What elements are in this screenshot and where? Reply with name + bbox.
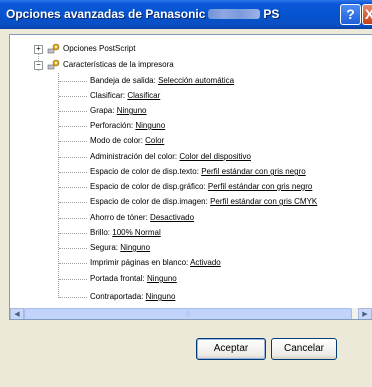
title-bar[interactable]: Opciones avanzadas de Panasonic PS ? X	[0, 0, 372, 29]
collapse-icon[interactable]: −	[34, 61, 43, 70]
cancel-button[interactable]: Cancelar	[271, 338, 337, 360]
redacted-model-name	[208, 8, 261, 19]
expand-icon[interactable]: +	[34, 45, 43, 54]
help-button[interactable]: ?	[340, 4, 361, 25]
tree-line	[59, 157, 87, 158]
setting-value[interactable]: Ninguno	[135, 121, 165, 130]
setting-color-mode[interactable]: Modo de color: Color	[90, 133, 164, 149]
setting-label: Espacio de color de disp.imagen:	[90, 197, 208, 206]
gear-icon	[47, 59, 60, 70]
setting-back-cover[interactable]: Contraportada: Ninguno	[90, 289, 175, 305]
setting-label: Clasificar:	[90, 91, 126, 100]
tree-line	[59, 279, 87, 280]
setting-value[interactable]: Color	[145, 136, 164, 145]
options-tree[interactable]: + Opciones PostScript − Características …	[9, 34, 372, 320]
setting-label: Espacio de color de disp.texto:	[90, 167, 199, 176]
setting-staple[interactable]: Grapa: Ninguno	[90, 103, 147, 119]
tree-line	[58, 73, 59, 298]
setting-label: Modo de color:	[90, 136, 143, 145]
setting-value[interactable]: Ninguno	[120, 243, 150, 252]
window-title-end: PS	[263, 7, 280, 21]
window-title-start: Opciones avanzadas de Panasonic	[6, 7, 206, 21]
setting-label: Bandeja de salida:	[90, 76, 156, 85]
tree-line	[59, 172, 87, 173]
tree-line	[59, 248, 87, 249]
accept-button[interactable]: Aceptar	[196, 338, 266, 360]
setting-print-blank-pages[interactable]: Imprimir páginas en blanco: Activado	[90, 255, 221, 271]
setting-value[interactable]: 100% Normal	[112, 228, 160, 237]
setting-output-tray[interactable]: Bandeja de salida: Selección automática	[90, 73, 234, 89]
tree-item-label: Opciones PostScript	[63, 44, 136, 53]
setting-label: Brillo:	[90, 228, 111, 237]
setting-value[interactable]: Ninguno	[146, 292, 176, 301]
setting-value[interactable]: Activado	[190, 258, 221, 267]
setting-color-management[interactable]: Administración del color: Color del disp…	[90, 149, 251, 165]
setting-label: Perforación:	[90, 121, 134, 130]
horizontal-scrollbar[interactable]: ◀ ||| ▶	[10, 308, 372, 319]
setting-secure[interactable]: Segura: Ninguno	[90, 240, 150, 256]
setting-value[interactable]: Clasificar	[127, 91, 160, 100]
setting-label: Grapa:	[90, 106, 115, 115]
tree-line	[59, 126, 87, 127]
tree-line	[59, 297, 87, 298]
setting-value[interactable]: Perfil estándar con gris CMYK	[210, 197, 317, 206]
tree-item-label: Características de la impresora	[63, 60, 174, 69]
setting-text-color-space[interactable]: Espacio de color de disp.texto: Perfil e…	[90, 164, 306, 180]
setting-image-color-space[interactable]: Espacio de color de disp.imagen: Perfil …	[90, 194, 317, 210]
tree-line	[59, 96, 87, 97]
tree-line	[59, 187, 87, 188]
setting-label: Ahorro de tóner:	[90, 213, 148, 222]
setting-graphics-color-space[interactable]: Espacio de color de disp.gráfico: Perfil…	[90, 179, 312, 195]
setting-brightness[interactable]: Brillo: 100% Normal	[90, 225, 161, 241]
horizontal-scroll-thumb[interactable]: |||	[24, 308, 352, 319]
gear-icon	[47, 43, 60, 54]
tree-line	[59, 202, 87, 203]
setting-label: Administración del color:	[90, 152, 178, 161]
setting-value[interactable]: Perfil estándar con gris negro	[208, 182, 313, 191]
setting-value[interactable]: Perfil estándar con gris negro	[201, 167, 306, 176]
setting-collate[interactable]: Clasificar: Clasificar	[90, 88, 160, 104]
close-button[interactable]: X	[362, 4, 372, 25]
setting-value[interactable]: Selección automática	[158, 76, 234, 85]
scroll-left-arrow-icon[interactable]: ◀	[10, 308, 24, 319]
tree-line	[59, 263, 87, 264]
setting-label: Segura:	[90, 243, 119, 252]
setting-label: Imprimir páginas en blanco:	[90, 258, 189, 267]
setting-label: Espacio de color de disp.gráfico:	[90, 182, 206, 191]
scroll-right-arrow-icon[interactable]: ▶	[358, 308, 372, 319]
tree-line	[59, 141, 87, 142]
setting-label: Contraportada:	[90, 292, 144, 301]
tree-line	[59, 233, 87, 234]
setting-value[interactable]: Color del dispositivo	[179, 152, 251, 161]
setting-front-cover[interactable]: Portada frontal: Ninguno	[90, 271, 177, 287]
setting-value[interactable]: Ninguno	[117, 106, 147, 115]
setting-value[interactable]: Desactivado	[150, 213, 194, 222]
window-title: Opciones avanzadas de Panasonic PS	[6, 7, 279, 21]
setting-label: Portada frontal:	[90, 274, 145, 283]
tree-line	[59, 81, 87, 82]
setting-value[interactable]: Ninguno	[147, 274, 177, 283]
setting-punch[interactable]: Perforación: Ninguno	[90, 118, 165, 134]
setting-toner-save[interactable]: Ahorro de tóner: Desactivado	[90, 210, 194, 226]
tree-line	[59, 111, 87, 112]
tree-line	[59, 218, 87, 219]
